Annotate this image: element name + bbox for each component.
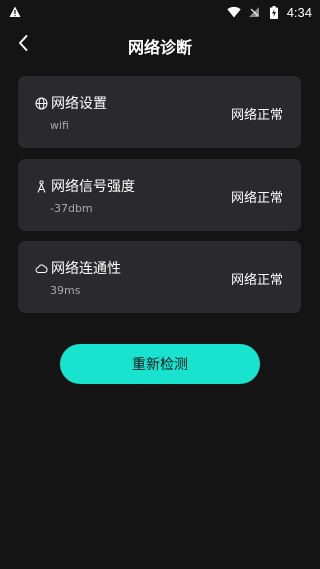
card-connectivity: 网络连通性 39ms 网络正常 xyxy=(18,241,301,313)
cloud-icon xyxy=(34,261,48,275)
signal-tower-icon xyxy=(34,179,48,193)
card-title-row: 网络设置 xyxy=(34,93,107,113)
battery-icon xyxy=(267,5,281,19)
status-left xyxy=(8,0,22,24)
status-text: 网络正常 xyxy=(230,273,283,288)
card-title: 网络信号强度 xyxy=(51,179,135,195)
nav-header: 网络诊断 xyxy=(0,24,320,64)
alert-icon xyxy=(8,5,22,19)
wifi-icon xyxy=(226,5,241,19)
card-title: 网络设置 xyxy=(51,96,107,112)
globe-icon xyxy=(34,96,48,110)
retest-button[interactable]: 重新检测 xyxy=(60,344,260,384)
status-right: 4:34 xyxy=(226,0,312,24)
card-subtitle: -37dbm xyxy=(50,202,93,215)
status-time: 4:34 xyxy=(286,4,312,20)
card-signal-strength: 网络信号强度 -37dbm 网络正常 xyxy=(18,159,301,231)
card-subtitle: wifi xyxy=(50,119,69,132)
card-title-row: 网络连通性 xyxy=(34,258,121,278)
status-bar: 4:34 xyxy=(0,0,320,24)
no-sim-icon xyxy=(247,5,261,19)
status-text: 网络正常 xyxy=(230,108,283,123)
page-title: 网络诊断 xyxy=(127,38,192,57)
card-title: 网络连通性 xyxy=(51,261,121,277)
card-network-settings: 网络设置 wifi 网络正常 xyxy=(18,76,301,148)
card-title-row: 网络信号强度 xyxy=(34,176,135,196)
status-text: 网络正常 xyxy=(230,191,283,206)
card-subtitle: 39ms xyxy=(50,284,81,297)
